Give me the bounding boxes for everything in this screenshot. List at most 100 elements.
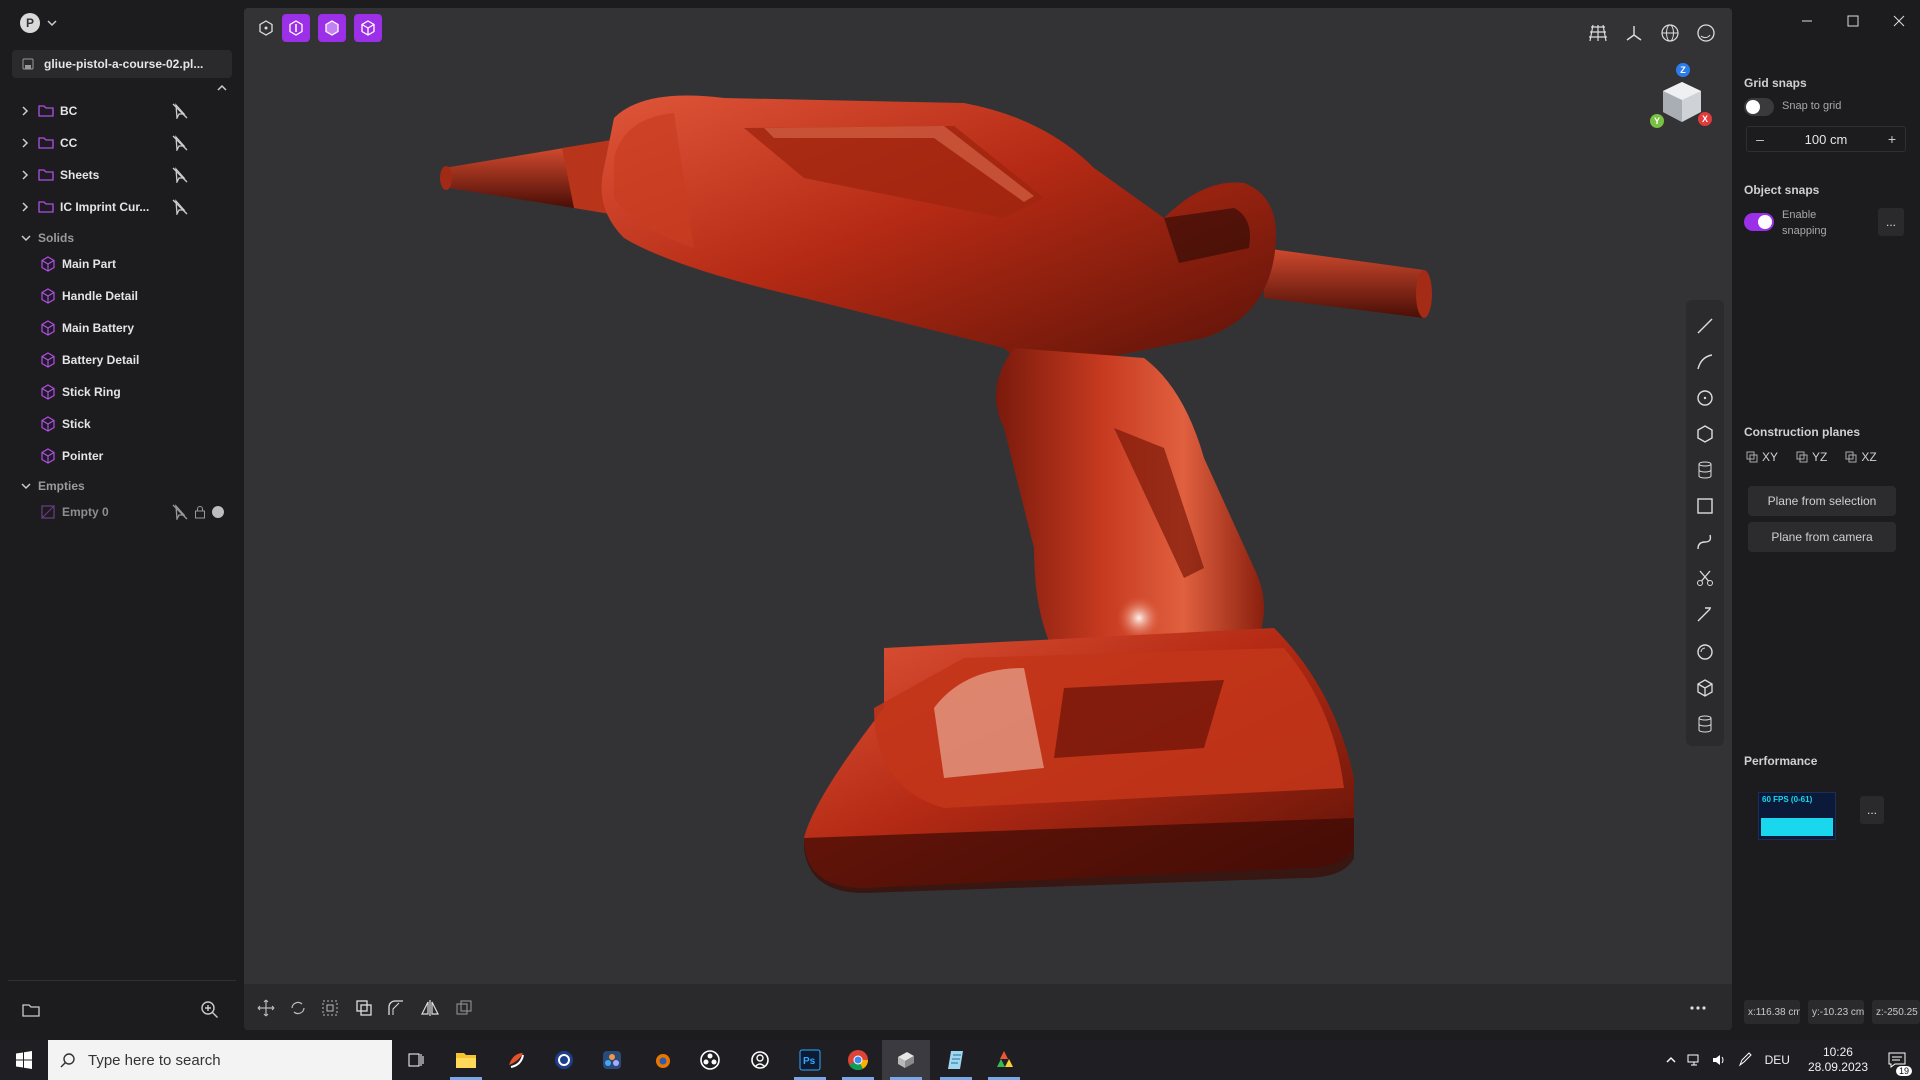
chevron-down-icon[interactable] [46, 17, 58, 29]
cylinder-tool-icon[interactable] [1695, 460, 1715, 480]
snap-options-button[interactable]: ... [1878, 208, 1904, 236]
tree-item-solid[interactable]: Stick [0, 412, 244, 436]
maximize-icon[interactable] [1846, 14, 1860, 28]
snap-to-grid-toggle[interactable] [1744, 98, 1774, 116]
boolean-icon[interactable] [354, 998, 374, 1018]
plane-xy-button[interactable]: XY [1746, 450, 1778, 464]
tree-group-sheets[interactable]: Sheets [0, 163, 244, 187]
3d-viewport[interactable]: Z Y X [244, 8, 1732, 1030]
trim-tool-icon[interactable] [1695, 604, 1715, 624]
tree-item-solid[interactable]: Battery Detail [0, 348, 244, 372]
decrement-button[interactable]: – [1747, 131, 1773, 147]
chevron-down-icon[interactable] [20, 480, 32, 492]
tree-item-solid[interactable]: Handle Detail [0, 284, 244, 308]
tree-group-bc[interactable]: BC [0, 99, 244, 123]
grid-size-stepper[interactable]: – 100 cm + [1746, 126, 1906, 152]
chevron-right-icon[interactable] [20, 137, 30, 149]
scissors-icon[interactable] [1695, 568, 1715, 588]
performance-options-button[interactable]: ... [1860, 796, 1884, 824]
x-axis-dot[interactable]: X [1698, 112, 1712, 126]
chevron-right-icon[interactable] [20, 201, 30, 213]
language-indicator[interactable]: DEU [1765, 1053, 1790, 1067]
object-mode-button[interactable] [354, 14, 382, 42]
task-view-button[interactable] [392, 1040, 440, 1080]
grid-size-value[interactable]: 100 cm [1805, 132, 1848, 147]
app-icon-1[interactable] [492, 1040, 540, 1080]
circle-tool-icon[interactable] [1695, 388, 1715, 408]
more-options-icon[interactable] [1688, 998, 1708, 1018]
zoom-search-icon[interactable] [200, 1000, 220, 1020]
pen-icon[interactable] [1737, 1052, 1753, 1068]
plasticity-app[interactable] [882, 1040, 930, 1080]
file-name-field[interactable]: gliue-pistol-a-course-02.pl... [12, 50, 232, 78]
rectangle-tool-icon[interactable] [1695, 496, 1715, 516]
vertex-mode-button[interactable] [282, 14, 310, 42]
lock-icon[interactable] [194, 505, 206, 519]
app-icon-4[interactable] [932, 1040, 980, 1080]
z-axis-dot[interactable]: Z [1676, 63, 1690, 77]
select-mode-button[interactable] [252, 14, 280, 42]
network-icon[interactable] [1687, 1053, 1703, 1067]
rotate-icon[interactable] [288, 998, 308, 1018]
move-icon[interactable] [256, 998, 276, 1018]
plane-yz-button[interactable]: YZ [1796, 450, 1827, 464]
minimize-icon[interactable] [1800, 14, 1814, 28]
tree-group-cc[interactable]: CC [0, 131, 244, 155]
hidden-cursor-icon[interactable] [171, 103, 189, 119]
shell-tool-icon[interactable] [1695, 642, 1715, 662]
path-tool-icon[interactable] [1695, 532, 1715, 552]
increment-button[interactable]: + [1879, 131, 1905, 147]
app-icon-5[interactable] [980, 1040, 1028, 1080]
chevron-right-icon[interactable] [20, 169, 30, 181]
chevron-up-icon[interactable] [216, 82, 228, 94]
tree-item-solid[interactable]: Main Part [0, 252, 244, 276]
box-tool-icon[interactable] [1695, 678, 1715, 698]
scale-icon[interactable] [320, 998, 340, 1018]
color-dot[interactable] [212, 506, 224, 518]
fillet-icon[interactable] [386, 998, 406, 1018]
face-mode-button[interactable] [318, 14, 346, 42]
chrome-app[interactable] [834, 1040, 882, 1080]
app-icon-3[interactable] [736, 1040, 784, 1080]
photoshop-app[interactable]: Ps [786, 1040, 834, 1080]
account-menu[interactable]: P [20, 13, 58, 33]
wireframe-sphere-icon[interactable] [1660, 23, 1680, 43]
tree-item-empty[interactable]: Empty 0 [0, 500, 244, 524]
chevron-right-icon[interactable] [20, 105, 30, 117]
plane-from-selection-button[interactable]: Plane from selection [1748, 486, 1896, 516]
duplicate-icon[interactable] [454, 998, 474, 1018]
taskbar-search[interactable]: Type here to search [48, 1040, 392, 1080]
enable-snapping-toggle[interactable] [1744, 213, 1774, 231]
avatar[interactable]: P [20, 13, 40, 33]
obs-app[interactable] [686, 1040, 734, 1080]
plane-from-camera-button[interactable]: Plane from camera [1748, 522, 1896, 552]
volume-icon[interactable] [1711, 1053, 1727, 1067]
tree-group-ic-imprint[interactable]: IC Imprint Cur... [0, 195, 244, 219]
blender-app[interactable] [638, 1040, 686, 1080]
view-cube[interactable]: Z Y X [1644, 58, 1712, 138]
axes-icon[interactable] [1624, 23, 1644, 43]
tree-section-solids[interactable]: Solids [0, 226, 244, 250]
render-sphere-icon[interactable] [1696, 23, 1716, 43]
glue-gun-model[interactable] [244, 8, 1732, 984]
app-icon-2[interactable] [540, 1040, 588, 1080]
tree-section-empties[interactable]: Empties [0, 474, 244, 498]
grid-icon[interactable] [1588, 23, 1608, 43]
database-tool-icon[interactable] [1695, 714, 1715, 734]
y-axis-dot[interactable]: Y [1650, 114, 1664, 128]
tree-item-solid[interactable]: Main Battery [0, 316, 244, 340]
hidden-cursor-icon[interactable] [171, 135, 189, 151]
clock[interactable]: 10:26 28.09.2023 [1808, 1045, 1868, 1075]
folder-open-icon[interactable] [22, 1002, 40, 1018]
davinci-app[interactable] [588, 1040, 636, 1080]
hidden-cursor-icon[interactable] [171, 199, 189, 215]
file-explorer-app[interactable] [442, 1040, 490, 1080]
hidden-cursor-icon[interactable] [171, 504, 189, 520]
tree-item-solid[interactable]: Pointer [0, 444, 244, 468]
polygon-tool-icon[interactable] [1695, 424, 1715, 444]
line-tool-icon[interactable] [1695, 316, 1715, 336]
curve-tool-icon[interactable] [1695, 352, 1715, 372]
tree-item-solid[interactable]: Stick Ring [0, 380, 244, 404]
mirror-icon[interactable] [420, 998, 440, 1018]
close-icon[interactable] [1892, 14, 1906, 28]
